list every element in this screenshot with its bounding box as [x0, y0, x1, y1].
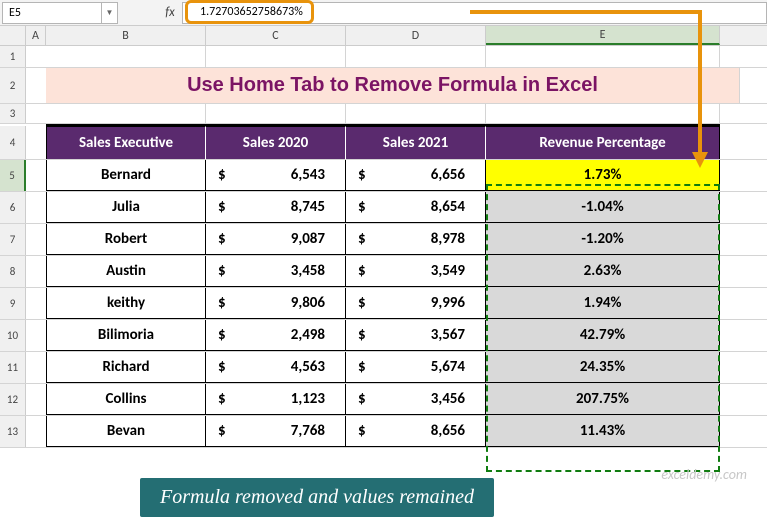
- cell-2020-6[interactable]: $8,745: [206, 192, 346, 223]
- cell-A3[interactable]: [26, 104, 46, 123]
- col-header-E[interactable]: E: [486, 26, 720, 45]
- cell-pct-8[interactable]: 2.63%: [486, 256, 720, 287]
- column-headers: A B C D E: [0, 26, 767, 46]
- header-2021[interactable]: Sales 2021: [346, 126, 486, 159]
- cell-A1[interactable]: [26, 46, 46, 67]
- col-header-C[interactable]: C: [206, 26, 346, 45]
- cell-pct-13[interactable]: 11.43%: [486, 416, 720, 447]
- row-header-12[interactable]: 12: [0, 384, 26, 415]
- cell-A4[interactable]: [26, 126, 46, 159]
- cell-C1[interactable]: [206, 46, 346, 67]
- cell-E3[interactable]: [486, 104, 720, 123]
- cell-exec-7[interactable]: Robert: [46, 224, 206, 255]
- row-header-7[interactable]: 7: [0, 224, 26, 255]
- cell-pct-10[interactable]: 42.79%: [486, 320, 720, 351]
- watermark: exceldemy.com: [661, 466, 747, 483]
- cell-pct-12[interactable]: 207.75%: [486, 384, 720, 415]
- cell-2021-12[interactable]: $3,456: [346, 384, 486, 415]
- cell-2021-8[interactable]: $3,549: [346, 256, 486, 287]
- row-header-8[interactable]: 8: [0, 256, 26, 287]
- cell-exec-8[interactable]: Austin: [46, 256, 206, 287]
- cell-2020-9[interactable]: $9,806: [206, 288, 346, 319]
- cell-pct-11[interactable]: 24.35%: [486, 352, 720, 383]
- cell-exec-12[interactable]: Collins: [46, 384, 206, 415]
- header-2020[interactable]: Sales 2020: [206, 126, 346, 159]
- cell-2021-7[interactable]: $8,978: [346, 224, 486, 255]
- cell-A2[interactable]: [26, 68, 46, 103]
- cell-A5[interactable]: [26, 160, 46, 191]
- row-header-4[interactable]: 4: [0, 126, 26, 159]
- cell-2020-10[interactable]: $2,498: [206, 320, 346, 351]
- cell-exec-13[interactable]: Bevan: [46, 416, 206, 447]
- row-header-9[interactable]: 9: [0, 288, 26, 319]
- name-box[interactable]: E5: [2, 2, 102, 24]
- formula-highlight: 1.72703652758673%: [185, 0, 314, 24]
- header-exec[interactable]: Sales Executive: [46, 126, 206, 159]
- cell-2021-6[interactable]: $8,654: [346, 192, 486, 223]
- cell-A9[interactable]: [26, 288, 46, 319]
- cell-pct-5[interactable]: 1.73%: [486, 160, 720, 191]
- cell-2021-13[interactable]: $8,656: [346, 416, 486, 447]
- row-header-6[interactable]: 6: [0, 192, 26, 223]
- cell-A6[interactable]: [26, 192, 46, 223]
- cell-A7[interactable]: [26, 224, 46, 255]
- cell-B1[interactable]: [46, 46, 206, 67]
- cell-C3[interactable]: [206, 104, 346, 123]
- cell-E1[interactable]: [486, 46, 720, 67]
- cell-2021-10[interactable]: $3,567: [346, 320, 486, 351]
- cell-B3[interactable]: [46, 104, 206, 123]
- title-cell[interactable]: Use Home Tab to Remove Formula in Excel: [46, 68, 740, 103]
- spreadsheet-grid: A B C D E 1 2 Use Home Tab to Remove For…: [0, 26, 767, 448]
- cell-exec-11[interactable]: Richard: [46, 352, 206, 383]
- formula-input[interactable]: 1.72703652758673%: [182, 2, 767, 24]
- cell-2021-5[interactable]: $6,656: [346, 160, 486, 191]
- fx-icon[interactable]: fx: [158, 5, 182, 20]
- cell-pct-9[interactable]: 1.94%: [486, 288, 720, 319]
- cell-exec-9[interactable]: keithy: [46, 288, 206, 319]
- col-header-B[interactable]: B: [46, 26, 206, 45]
- formula-value: 1.72703652758673%: [196, 5, 303, 19]
- row-header-2[interactable]: 2: [0, 68, 26, 103]
- col-header-A[interactable]: A: [26, 26, 46, 45]
- cell-2020-12[interactable]: $1,123: [206, 384, 346, 415]
- cell-A10[interactable]: [26, 320, 46, 351]
- cell-2021-11[interactable]: $5,674: [346, 352, 486, 383]
- cell-pct-7[interactable]: -1.20%: [486, 224, 720, 255]
- cell-exec-10[interactable]: Bilimoria: [46, 320, 206, 351]
- annotation-note: Formula removed and values remained: [140, 478, 494, 517]
- cell-D3[interactable]: [346, 104, 486, 123]
- cell-exec-5[interactable]: Bernard: [46, 160, 206, 191]
- formula-bar: E5 ▼ fx 1.72703652758673%: [0, 0, 767, 26]
- cell-2020-7[interactable]: $9,087: [206, 224, 346, 255]
- header-rev[interactable]: Revenue Percentage: [486, 126, 720, 159]
- row-header-1[interactable]: 1: [0, 46, 26, 67]
- cell-2021-9[interactable]: $9,996: [346, 288, 486, 319]
- row-header-11[interactable]: 11: [0, 352, 26, 383]
- row-header-5[interactable]: 5: [0, 160, 26, 191]
- cell-exec-6[interactable]: Julia: [46, 192, 206, 223]
- col-header-D[interactable]: D: [346, 26, 486, 45]
- select-all-corner[interactable]: [0, 26, 26, 45]
- cell-A12[interactable]: [26, 384, 46, 415]
- row-header-10[interactable]: 10: [0, 320, 26, 351]
- cell-A11[interactable]: [26, 352, 46, 383]
- cell-2020-13[interactable]: $7,768: [206, 416, 346, 447]
- cell-2020-5[interactable]: $6,543: [206, 160, 346, 191]
- cell-D1[interactable]: [346, 46, 486, 67]
- cell-A8[interactable]: [26, 256, 46, 287]
- row-header-13[interactable]: 13: [0, 416, 26, 447]
- cell-pct-6[interactable]: -1.04%: [486, 192, 720, 223]
- cell-2020-8[interactable]: $3,458: [206, 256, 346, 287]
- row-header-3[interactable]: 3: [0, 104, 26, 123]
- name-box-dropdown[interactable]: ▼: [102, 2, 118, 24]
- cell-2020-11[interactable]: $4,563: [206, 352, 346, 383]
- cell-A13[interactable]: [26, 416, 46, 447]
